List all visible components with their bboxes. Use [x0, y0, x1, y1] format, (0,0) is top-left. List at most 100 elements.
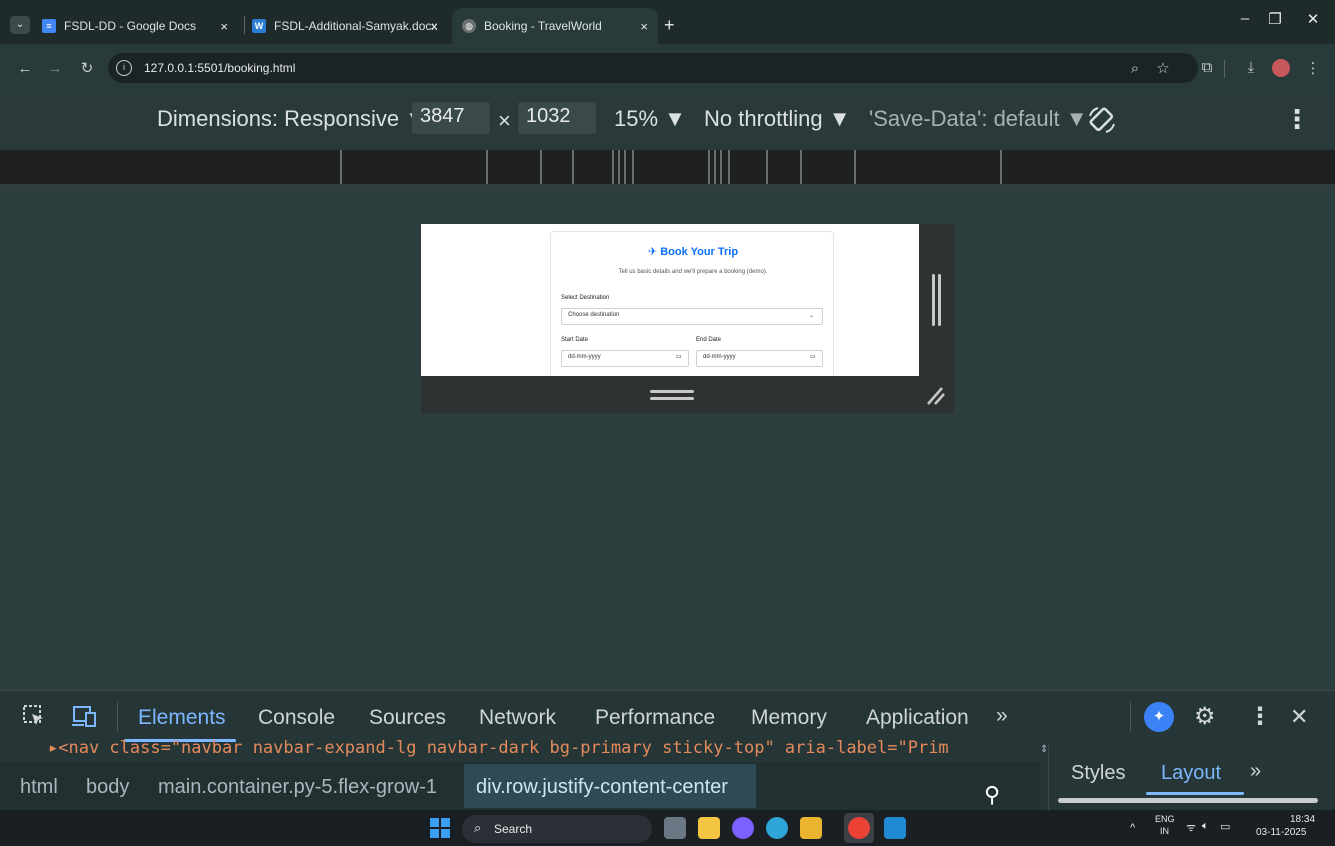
tab-layout[interactable]: Layout: [1161, 762, 1221, 785]
tab-sources[interactable]: Sources: [369, 706, 446, 730]
restore-icon[interactable]: ❐: [1260, 10, 1290, 28]
language-region[interactable]: IN: [1160, 826, 1169, 836]
close-window-icon[interactable]: ✕: [1298, 10, 1328, 28]
taskbar-search[interactable]: [462, 815, 652, 843]
breadcrumb-body[interactable]: body: [86, 776, 129, 799]
settings-gear-icon[interactable]: ⚙: [1194, 702, 1216, 731]
throttling-dropdown[interactable]: No throttling ▼: [704, 106, 851, 132]
more-side-tabs-icon[interactable]: »: [1250, 760, 1261, 783]
tab-google-docs[interactable]: ≡ FSDL-DD - Google Docs ×: [42, 8, 238, 44]
battery-icon[interactable]: ▭: [1220, 820, 1230, 833]
tab-styles[interactable]: Styles: [1071, 762, 1125, 785]
zoom-icon[interactable]: ⌕: [1124, 60, 1146, 77]
zoom-dropdown[interactable]: 15% ▼: [614, 106, 686, 132]
device-toggle-icon[interactable]: [72, 704, 98, 728]
end-date-input[interactable]: dd-mm-yyyy: [696, 350, 823, 367]
tab-booking-travelworld[interactable]: ◍ Booking - TravelWorld ×: [452, 8, 658, 44]
tab-memory[interactable]: Memory: [751, 706, 827, 730]
ruler-tick[interactable]: [708, 150, 710, 184]
tab-application[interactable]: Application: [866, 706, 969, 730]
breadcrumb-main[interactable]: main.container.py-5.flex-grow-1: [158, 776, 437, 799]
close-tab-icon[interactable]: ×: [430, 19, 438, 34]
active-side-tab-indicator: [1146, 792, 1244, 795]
ruler-tick[interactable]: [720, 150, 722, 184]
wifi-icon[interactable]: ᯤ: [1186, 820, 1196, 835]
ruler-tick[interactable]: [618, 150, 620, 184]
destination-select[interactable]: Choose destination: [561, 308, 823, 325]
back-icon[interactable]: ←: [14, 60, 36, 77]
close-tab-icon[interactable]: ×: [220, 19, 228, 34]
device-more-icon[interactable]: ⋮: [1284, 104, 1310, 135]
ruler-tick[interactable]: [340, 150, 342, 184]
resize-handle-bottom[interactable]: [650, 397, 694, 400]
vscode-icon[interactable]: [884, 817, 906, 839]
resize-handle-right[interactable]: [932, 274, 935, 326]
devtools-separator: [117, 702, 118, 732]
ruler-tick[interactable]: [612, 150, 614, 184]
browser-menu-icon[interactable]: ⋮: [1302, 59, 1324, 77]
chrome-icon[interactable]: [848, 817, 870, 839]
extensions-icon[interactable]: ⧉: [1196, 59, 1218, 76]
ruler-tick[interactable]: [540, 150, 542, 184]
ai-assistance-icon[interactable]: ✦: [1144, 702, 1174, 732]
dom-tree-node[interactable]: ▸<nav class="navbar navbar-expand-lg nav…: [48, 740, 1038, 758]
tab-network[interactable]: Network: [479, 706, 556, 730]
edge-icon[interactable]: [766, 817, 788, 839]
new-tab-button[interactable]: +: [664, 15, 675, 36]
file-explorer-icon[interactable]: [698, 817, 720, 839]
tray-chevron-icon[interactable]: ^: [1130, 822, 1135, 834]
tab-search-chevron-icon[interactable]: ⌄: [10, 16, 30, 34]
devtools-menu-icon[interactable]: ⋮: [1248, 702, 1272, 731]
times-sign: ×: [498, 108, 511, 133]
store-icon[interactable]: [800, 817, 822, 839]
height-input[interactable]: 1032: [518, 102, 596, 134]
ruler-tick[interactable]: [854, 150, 856, 184]
forward-icon[interactable]: →: [44, 60, 66, 77]
save-data-dropdown[interactable]: 'Save-Data': default ▼: [869, 106, 1088, 132]
ruler-tick[interactable]: [728, 150, 730, 184]
site-info-icon[interactable]: i: [116, 60, 132, 76]
horizontal-scrollbar[interactable]: [1058, 798, 1318, 803]
ruler-tick[interactable]: [766, 150, 768, 184]
reload-icon[interactable]: ↻: [76, 59, 98, 77]
close-devtools-icon[interactable]: ✕: [1290, 704, 1308, 730]
calendar-icon[interactable]: ▭: [676, 353, 682, 360]
accessibility-icon[interactable]: ⚲: [984, 782, 1000, 808]
clock-time[interactable]: 18:34: [1290, 814, 1315, 825]
tab-word-doc[interactable]: W FSDL-Additional-Samyak.docx ×: [252, 8, 448, 44]
rotate-icon[interactable]: [1086, 104, 1118, 136]
download-icon[interactable]: ⤓: [1240, 59, 1262, 76]
width-input[interactable]: 3847: [412, 102, 490, 134]
more-tabs-icon[interactable]: »: [996, 704, 1008, 728]
bookmark-star-icon[interactable]: ☆: [1152, 59, 1174, 77]
copilot-icon[interactable]: [732, 817, 754, 839]
url-text[interactable]: 127.0.0.1:5501/booking.html: [144, 61, 295, 75]
ruler-tick[interactable]: [624, 150, 626, 184]
volume-icon[interactable]: 🔈︎: [1202, 820, 1209, 833]
minimize-icon[interactable]: –: [1230, 10, 1260, 27]
ruler-tick[interactable]: [572, 150, 574, 184]
resize-corner-icon[interactable]: [924, 384, 946, 406]
task-view-icon[interactable]: [664, 817, 686, 839]
ruler-tick[interactable]: [486, 150, 488, 184]
calendar-icon[interactable]: ▭: [810, 353, 816, 360]
ruler-tick[interactable]: [800, 150, 802, 184]
profile-avatar[interactable]: [1272, 59, 1290, 77]
tab-performance[interactable]: Performance: [595, 706, 715, 730]
inspect-element-icon[interactable]: [22, 704, 46, 728]
ruler-tick[interactable]: [714, 150, 716, 184]
ruler-tick[interactable]: [1000, 150, 1002, 184]
close-tab-icon[interactable]: ×: [640, 19, 648, 34]
language-indicator[interactable]: ENG: [1155, 814, 1175, 824]
resize-handle-bottom[interactable]: [650, 390, 694, 393]
tab-console[interactable]: Console: [258, 706, 335, 730]
start-date-input[interactable]: dd-mm-yyyy: [561, 350, 689, 367]
breadcrumb-div-row[interactable]: div.row.justify-content-center: [476, 776, 728, 799]
clock-date[interactable]: 03-11-2025: [1256, 827, 1306, 838]
windows-start-icon[interactable]: [430, 818, 450, 838]
ruler-tick[interactable]: [632, 150, 634, 184]
breadcrumb-html[interactable]: html: [20, 776, 58, 799]
tab-elements[interactable]: Elements: [138, 706, 226, 730]
dimensions-dropdown[interactable]: Dimensions: Responsive ▼: [157, 106, 427, 132]
resize-handle-right[interactable]: [938, 274, 941, 326]
